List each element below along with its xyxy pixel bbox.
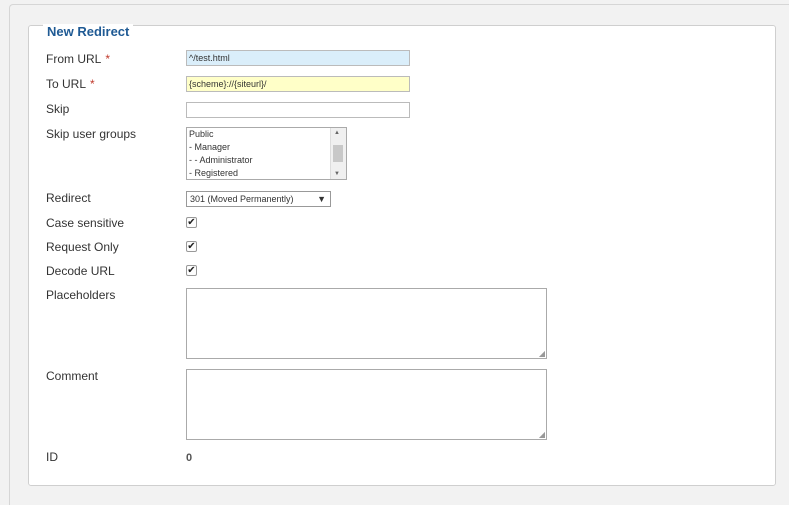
required-star: * bbox=[105, 52, 111, 66]
redirect-label: Redirect bbox=[46, 191, 91, 205]
from-url-input[interactable]: ^/test.html bbox=[186, 50, 410, 66]
request-only-checkbox[interactable]: ✔ bbox=[186, 241, 197, 252]
decode-url-checkbox[interactable]: ✔ bbox=[186, 265, 197, 276]
comment-textarea[interactable]: ◢ bbox=[186, 369, 547, 440]
id-label: ID bbox=[46, 450, 58, 464]
resize-grip-icon[interactable]: ◢ bbox=[539, 349, 545, 358]
list-item[interactable]: - Manager bbox=[187, 141, 346, 154]
scrollbar-thumb[interactable] bbox=[333, 145, 343, 162]
case-sensitive-label: Case sensitive bbox=[46, 216, 125, 230]
id-value: 0 bbox=[186, 452, 193, 464]
listbox-scrollbar[interactable]: ▲ ▼ bbox=[330, 128, 346, 179]
dropdown-arrow-icon: ▼ bbox=[317, 194, 326, 204]
placeholders-textarea[interactable]: ◢ bbox=[186, 288, 547, 359]
redirect-selected-value: 301 (Moved Permanently) bbox=[190, 194, 294, 204]
from-url-label: From URL * bbox=[46, 52, 110, 66]
redirect-select[interactable]: 301 (Moved Permanently) ▼ bbox=[186, 191, 331, 207]
scroll-down-icon[interactable]: ▼ bbox=[334, 171, 340, 177]
placeholders-label: Placeholders bbox=[46, 288, 116, 302]
list-item[interactable]: - - Administrator bbox=[187, 154, 346, 167]
to-url-input[interactable]: {scheme}://{siteurl}/ bbox=[186, 76, 410, 92]
case-sensitive-checkbox[interactable]: ✔ bbox=[186, 217, 197, 228]
to-url-label-text: To URL bbox=[46, 77, 87, 91]
fieldset-legend: New Redirect bbox=[43, 24, 134, 40]
list-item[interactable]: Public bbox=[187, 128, 346, 141]
request-only-label: Request Only bbox=[46, 240, 119, 254]
comment-label: Comment bbox=[46, 369, 99, 383]
required-star: * bbox=[90, 77, 95, 91]
skip-label: Skip bbox=[46, 102, 70, 116]
skip-input[interactable] bbox=[186, 102, 410, 118]
to-url-label: To URL * bbox=[46, 77, 95, 91]
skip-user-groups-listbox[interactable]: Public - Manager - - Administrator - Reg… bbox=[186, 127, 347, 180]
scroll-up-icon[interactable]: ▲ bbox=[334, 130, 340, 136]
skip-user-groups-label: Skip user groups bbox=[46, 127, 137, 141]
decode-url-label: Decode URL bbox=[46, 264, 115, 278]
resize-grip-icon[interactable]: ◢ bbox=[539, 430, 545, 439]
list-item[interactable]: - Registered bbox=[187, 167, 346, 179]
from-url-label-text: From URL bbox=[46, 52, 102, 66]
